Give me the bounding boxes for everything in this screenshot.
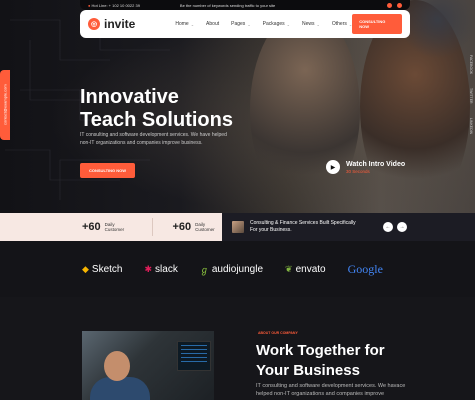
hero-description: IT consulting and software development s… [80, 132, 227, 146]
brand-logos: ◆ Sketch ✱ slack ℊ audiojungle ❦ envato … [0, 241, 475, 297]
hero-title: Innovative Teach Solutions [80, 86, 233, 131]
person-head [104, 351, 130, 381]
about-image [82, 331, 214, 400]
section-tag: ABOUT OUR COMPANY [258, 331, 298, 335]
brand-google[interactable]: Google [348, 262, 383, 277]
nav-item-packages[interactable]: Packages ⌄ [263, 21, 290, 27]
side-link-twitter[interactable]: TWITTER [469, 88, 473, 104]
stats-bar: +60 Daily Customer +60 Daily Customer Co… [0, 213, 475, 241]
site-logo[interactable]: ◎ invite [88, 17, 135, 31]
chevron-down-icon: ⌄ [247, 21, 251, 27]
stat-number: +60 [82, 221, 101, 233]
chevron-down-icon: ⌄ [316, 21, 320, 27]
nav-item-home[interactable]: Home ⌄ [175, 21, 194, 27]
envato-icon: ❦ [285, 263, 293, 274]
stat-item: +60 Daily Customer [172, 221, 222, 233]
social-icon[interactable] [397, 2, 402, 8]
arrow-left-icon[interactable]: ← [383, 222, 393, 232]
watch-duration: 30 Seconds [346, 168, 370, 174]
slack-icon: ✱ [144, 263, 153, 274]
brand-slack[interactable]: ✱ slack [145, 264, 178, 275]
stats-panel: +60 Daily Customer +60 Daily Customer [0, 213, 222, 241]
section-title: Work Together for Your Business [256, 342, 385, 379]
stat-item: +60 Daily Customer [82, 221, 132, 233]
stat-label: Daily Customer [195, 222, 215, 232]
social-icons [387, 2, 402, 8]
arrow-right-icon[interactable]: → [397, 222, 407, 232]
audiojungle-icon: ℊ [199, 264, 209, 275]
slider-arrows: ← → [383, 222, 407, 232]
person-silhouette-left [250, 10, 360, 210]
side-link-facebook[interactable]: FACEBOOK [469, 55, 473, 74]
promo-thumbnail [232, 221, 244, 233]
side-social-links: FACEBOOK TWITTER LINKEDIN [467, 55, 475, 134]
nav-item-about[interactable]: About [206, 21, 219, 27]
play-icon[interactable]: ▶ [326, 160, 340, 174]
consulting-now-button[interactable]: CONSULTING NOW [352, 14, 402, 34]
brand-audiojungle[interactable]: ℊ audiojungle [200, 263, 263, 276]
brand-sketch[interactable]: ◆ Sketch [82, 264, 123, 275]
stat-number: +60 [172, 221, 192, 233]
side-email-tab[interactable]: contact@example.com [0, 70, 10, 140]
top-bar: ● Hot Line: + 102 10 0022 39 Be the numb… [80, 0, 410, 10]
brand-envato[interactable]: ❦ envato [285, 264, 326, 275]
watch-title: Watch Intro Video [346, 160, 406, 168]
hotline-text[interactable]: ● Hot Line: + 102 10 0022 39 [88, 3, 140, 8]
nav-menu: Home ⌄ About Pages ⌄ Packages ⌄ News ⌄ Other… [175, 21, 352, 27]
logo-icon: ◎ [88, 18, 100, 30]
social-icon[interactable] [387, 2, 392, 8]
chevron-down-icon: ⌄ [190, 21, 195, 27]
about-section: ABOUT OUR COMPANY Work Together for Your… [0, 297, 475, 400]
hero-consulting-button[interactable]: CONSULTING NOW [80, 163, 136, 178]
chevron-down-icon: ⌄ [286, 21, 290, 27]
side-link-linkedin[interactable]: LINKEDIN [469, 118, 473, 134]
logo-text: invite [104, 17, 136, 31]
watch-intro-video[interactable]: ▶ Watch Intro Video 30 Seconds [326, 160, 405, 174]
promo-panel: Consulting & Finance Services Built Spec… [222, 213, 475, 241]
nav-item-pages[interactable]: Pages ⌄ [231, 21, 251, 27]
divider [151, 218, 153, 236]
main-navbar: ◎ invite Home ⌄ About Pages ⌄ Packages ⌄ Ne… [80, 10, 410, 38]
notice-text: Be the number of keywords sending traffi… [179, 2, 276, 8]
promo-text: Consulting & Finance Services Built Spec… [250, 220, 356, 233]
monitor-screen [177, 341, 211, 371]
section-description: IT consulting and software development s… [256, 383, 406, 397]
sketch-icon: ◆ [82, 263, 89, 274]
stat-label: Daily Customer [104, 222, 125, 232]
nav-item-news[interactable]: News ⌄ [302, 21, 320, 27]
nav-item-others[interactable]: Others ⌄ [332, 21, 352, 27]
